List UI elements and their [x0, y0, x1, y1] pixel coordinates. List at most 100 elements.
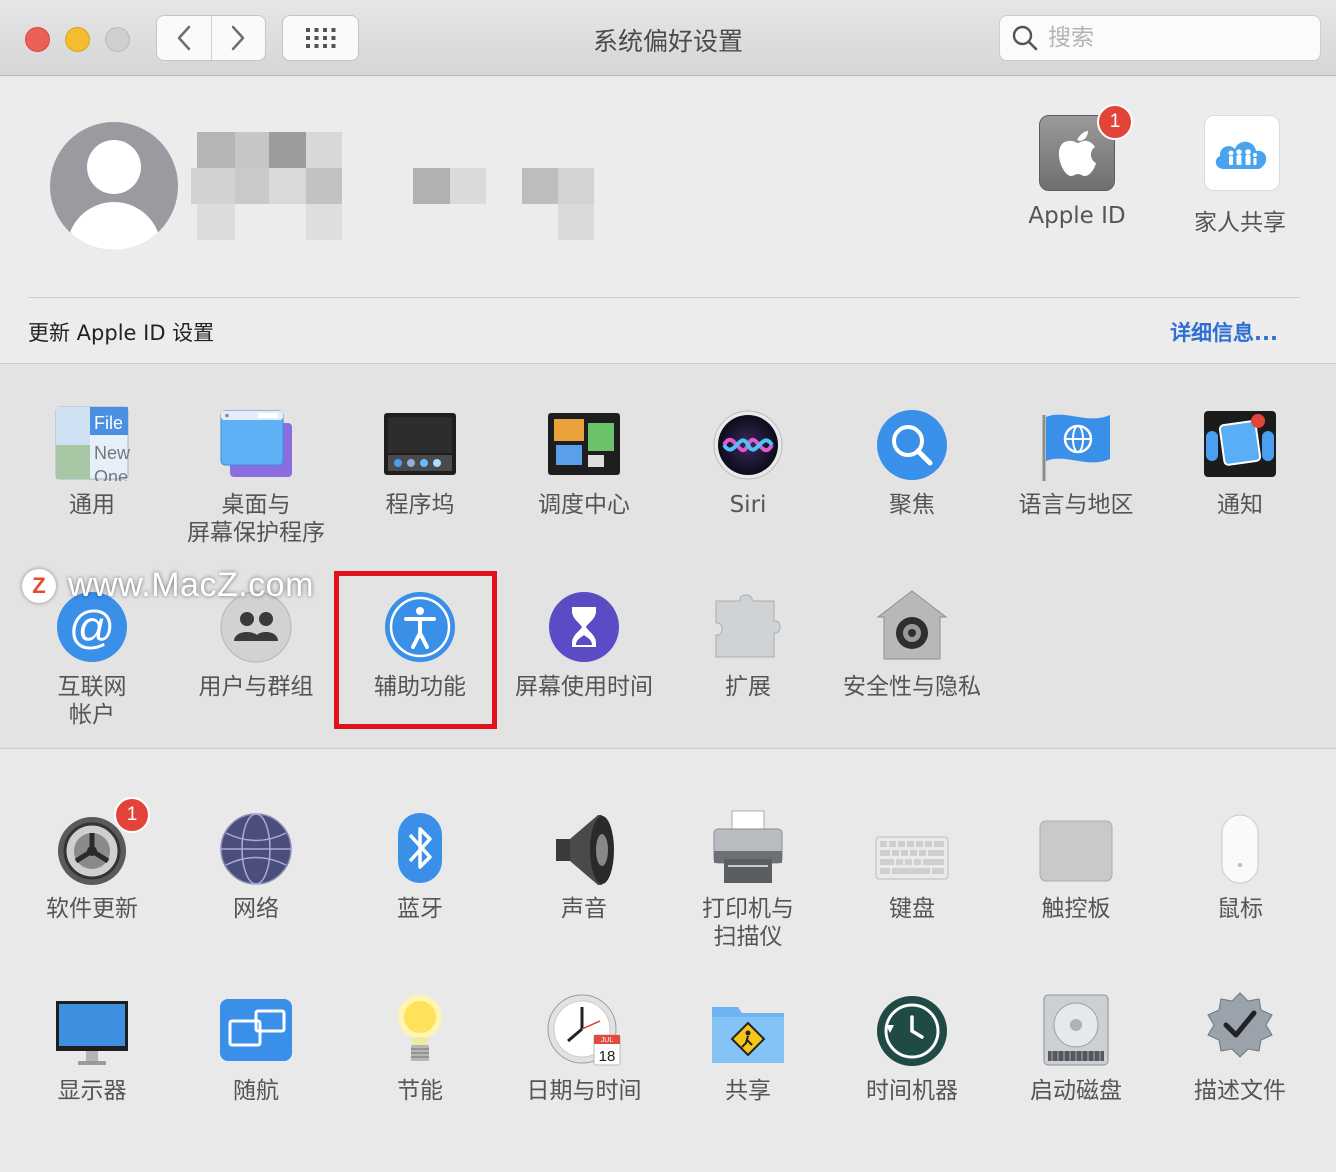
pane-mission-control[interactable]: 调度中心 — [502, 399, 666, 559]
show-all-button[interactable] — [282, 15, 359, 61]
apple-id-label: Apple ID — [1028, 203, 1126, 229]
navigation-buttons — [156, 15, 266, 61]
pane-label: 描述文件 — [1194, 1078, 1286, 1104]
pane-energy-saver[interactable]: 节能 — [338, 985, 502, 1145]
general-icon-text-new: New — [94, 443, 130, 463]
sound-icon — [556, 815, 614, 885]
search-icon — [1012, 25, 1038, 51]
pane-label: 通知 — [1217, 492, 1263, 518]
svg-text:@: @ — [69, 601, 116, 653]
pane-label: 屏幕使用时间 — [515, 674, 653, 700]
details-link[interactable]: 详细信息... — [1170, 317, 1278, 347]
pane-extensions[interactable]: 扩展 — [666, 581, 830, 741]
grid-icon — [305, 28, 335, 48]
close-button[interactable] — [25, 27, 50, 52]
pane-label: 触控板 — [1041, 896, 1111, 922]
mouse-icon — [1221, 814, 1259, 884]
pane-label: 声音 — [561, 896, 607, 922]
pane-security-privacy[interactable]: 安全性与隐私 — [830, 581, 994, 741]
pane-label: 时间机器 — [866, 1078, 958, 1104]
pane-spotlight[interactable]: 聚焦 — [830, 399, 994, 559]
pane-time-machine[interactable]: 时间机器 — [830, 985, 994, 1145]
pane-users-groups[interactable]: 用户与群组 — [174, 581, 338, 741]
pane-date-time[interactable]: JUL 18 日期与时间 — [502, 985, 666, 1145]
sharing-icon — [712, 1007, 784, 1063]
general-icon-text-file: File — [94, 413, 123, 433]
title-bar: 系统偏好设置 — [0, 0, 1336, 76]
pane-label: 互联网 帐户 — [57, 674, 127, 728]
pane-sound[interactable]: 声音 — [502, 803, 666, 963]
apple-logo-icon — [1058, 131, 1096, 176]
pane-sharing[interactable]: 共享 — [666, 985, 830, 1145]
pane-software-update[interactable]: 1 软件更新 — [10, 797, 174, 963]
pane-mouse[interactable]: 鼠标 — [1158, 803, 1322, 963]
back-button[interactable] — [157, 16, 211, 60]
account-section: 1 Apple ID 家人共享 更新 Apple ID 设置 详细信息... — [0, 77, 1336, 363]
pane-label: 聚焦 — [889, 492, 935, 518]
pane-notifications[interactable]: 通知 — [1158, 399, 1322, 559]
pane-label: 通用 — [69, 492, 115, 518]
pane-language-region[interactable]: 语言与地区 — [994, 399, 1158, 559]
forward-button[interactable] — [210, 16, 266, 60]
chevron-left-icon — [177, 25, 190, 51]
security-icon — [876, 590, 948, 660]
apple-id-pane[interactable]: 1 — [1039, 104, 1133, 191]
pane-label: 安全性与隐私 — [843, 674, 981, 700]
search-input[interactable] — [1048, 25, 1298, 51]
pane-label: 用户与群组 — [198, 674, 314, 700]
pane-label: 扩展 — [725, 674, 771, 700]
divider — [28, 297, 1300, 298]
siri-icon — [713, 410, 783, 480]
pane-label: 键盘 — [889, 896, 935, 922]
calendar-month: JUL — [601, 1037, 614, 1044]
pane-startup-disk[interactable]: 启动磁盘 — [994, 985, 1158, 1145]
accessibility-icon — [385, 592, 455, 662]
pane-displays[interactable]: 显示器 — [10, 985, 174, 1145]
pane-label: 软件更新 — [46, 896, 138, 922]
user-avatar[interactable] — [50, 122, 178, 250]
apple-id-badge: 1 — [1097, 104, 1133, 140]
keyboard-icon — [875, 836, 949, 880]
pane-screen-time[interactable]: 屏幕使用时间 — [502, 581, 666, 741]
network-icon — [220, 813, 292, 885]
screen-time-icon — [549, 592, 619, 662]
search-field[interactable] — [999, 15, 1321, 61]
pane-profiles[interactable]: 描述文件 — [1158, 985, 1322, 1145]
pane-label: 鼠标 — [1217, 896, 1263, 922]
pane-general[interactable]: File New One 通用 — [10, 399, 174, 559]
pane-label: Siri — [729, 492, 767, 518]
minimize-button[interactable] — [65, 27, 90, 52]
pane-label: 共享 — [725, 1078, 771, 1104]
software-update-badge: 1 — [114, 797, 150, 833]
display-icon — [56, 1001, 128, 1065]
pane-trackpad[interactable]: 触控板 — [994, 803, 1158, 963]
language-flag-icon — [1042, 414, 1110, 481]
date-time-icon: JUL 18 — [547, 994, 621, 1066]
family-sharing-label: 家人共享 — [1194, 210, 1286, 236]
pane-siri[interactable]: Siri — [666, 399, 830, 559]
pane-dock[interactable]: 程序坞 — [338, 399, 502, 559]
pane-sidecar[interactable]: 随航 — [174, 985, 338, 1145]
desktop-icon — [220, 410, 292, 477]
pane-internet-accounts[interactable]: @ 互联网 帐户 — [10, 581, 174, 741]
watermark: Z www.MacZ.com — [22, 566, 314, 605]
pane-label: 启动磁盘 — [1030, 1078, 1122, 1104]
profiles-icon — [1207, 992, 1273, 1058]
pane-desktop-screensaver[interactable]: 桌面与 屏幕保护程序 — [174, 399, 338, 559]
pane-label: 日期与时间 — [526, 1078, 642, 1104]
family-cloud-icon — [1215, 141, 1267, 169]
pane-network[interactable]: 网络 — [174, 803, 338, 963]
spotlight-icon — [877, 410, 947, 480]
bluetooth-icon — [398, 813, 442, 883]
dock-icon — [384, 413, 456, 475]
pane-bluetooth[interactable]: 蓝牙 — [338, 803, 502, 963]
pane-label: 调度中心 — [538, 492, 630, 518]
pane-accessibility[interactable]: 辅助功能 — [338, 581, 502, 741]
pane-keyboard[interactable]: 键盘 — [830, 803, 994, 963]
zoom-button[interactable] — [105, 27, 130, 52]
notifications-icon — [1204, 411, 1276, 477]
mission-control-icon — [548, 413, 620, 475]
family-sharing-pane[interactable] — [1204, 115, 1280, 191]
pane-printers-scanners[interactable]: 打印机与 扫描仪 — [666, 803, 830, 963]
pane-label: 打印机与 扫描仪 — [702, 896, 794, 950]
